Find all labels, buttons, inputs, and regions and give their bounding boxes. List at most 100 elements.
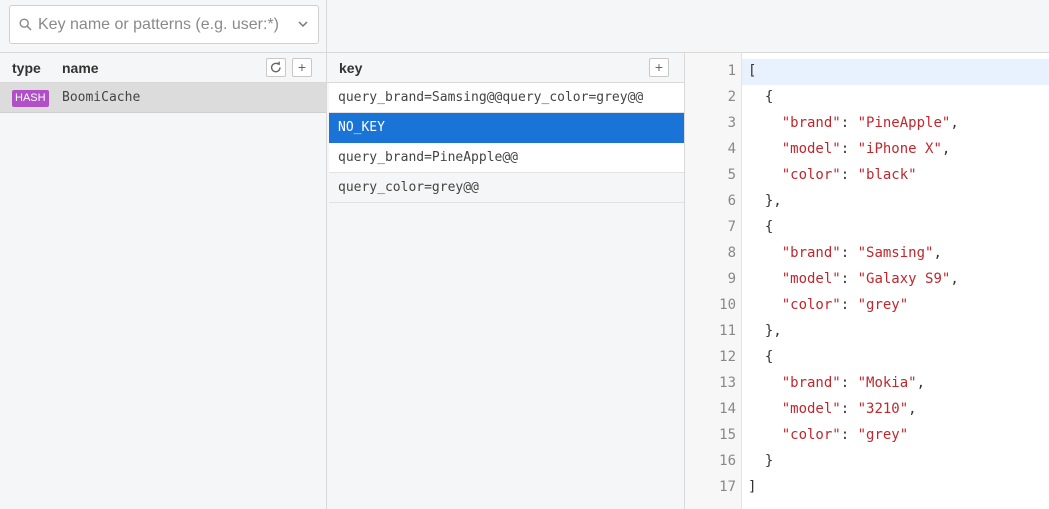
json-key: "color" (781, 427, 841, 443)
search-box[interactable] (9, 5, 319, 44)
json-punctuation: : (840, 427, 858, 443)
json-value: "black" (857, 167, 917, 183)
code-line: "brand": "Samsing", (748, 240, 942, 266)
line-number: 15 (719, 427, 736, 443)
json-punctuation: , (950, 271, 959, 287)
keys-panel: type name + HASH BoomiCache (0, 53, 327, 509)
chevron-down-icon[interactable] (296, 17, 310, 31)
code-line: }, (748, 318, 782, 344)
json-punctuation (748, 245, 782, 261)
line-number: 2 (727, 89, 736, 105)
search-bar-area (0, 0, 327, 53)
json-value: "Galaxy S9" (857, 271, 951, 287)
code-line: "model": "Galaxy S9", (748, 266, 959, 292)
value-editor[interactable]: 1 2 3 4 5 6 7 8 9 10 11 12 13 14 15 16 17 [ { "brand": "… (685, 53, 1049, 509)
line-number: 8 (727, 245, 736, 261)
line-number: 3 (727, 115, 736, 131)
json-punctuation: , (933, 245, 942, 261)
code-line: ] (748, 474, 756, 500)
json-punctuation: : (840, 271, 858, 287)
code-line: { (748, 214, 773, 240)
json-value: "grey" (857, 427, 909, 443)
json-punctuation: } (748, 453, 774, 469)
hash-field-row[interactable]: query_color=grey@@ (329, 173, 684, 203)
line-number: 16 (719, 453, 736, 469)
json-punctuation: : (840, 401, 858, 417)
line-number: 5 (727, 167, 736, 183)
add-key-button[interactable]: + (292, 58, 312, 77)
json-key: "color" (781, 297, 841, 313)
refresh-button[interactable] (266, 58, 286, 77)
code-line: "model": "3210", (748, 396, 917, 422)
line-number: 12 (719, 349, 736, 365)
code-line: { (748, 344, 773, 370)
type-badge-hash: HASH (12, 90, 49, 107)
json-punctuation (748, 401, 782, 417)
json-punctuation: }, (748, 193, 782, 209)
json-punctuation: [ (748, 63, 757, 79)
code-line: } (748, 448, 773, 474)
code-line: "model": "iPhone X", (748, 136, 951, 162)
json-punctuation: }, (748, 323, 782, 339)
refresh-icon (270, 61, 281, 73)
code-line: "color": "grey" (748, 422, 908, 448)
json-value: "iPhone X" (857, 141, 942, 157)
line-number: 4 (727, 141, 736, 157)
json-key: "brand" (781, 375, 841, 391)
column-header-type[interactable]: type (12, 60, 41, 76)
hash-field-row[interactable]: query_brand=PineApple@@ (329, 143, 684, 173)
hash-field-row-selected[interactable]: NO_KEY (329, 113, 684, 143)
json-punctuation (748, 115, 782, 131)
json-punctuation: : (840, 375, 858, 391)
key-list-row[interactable]: HASH BoomiCache (0, 83, 326, 113)
json-punctuation: : (840, 115, 858, 131)
json-punctuation (748, 375, 782, 391)
column-header-key[interactable]: key (339, 60, 362, 76)
json-punctuation (748, 271, 782, 287)
hash-fields-panel: key + query_brand=Samsing@@query_color=g… (327, 53, 685, 509)
json-value: "Mokia" (857, 375, 917, 391)
json-punctuation (748, 297, 782, 313)
line-number: 17 (719, 479, 736, 495)
json-punctuation: ] (748, 479, 757, 495)
json-punctuation: : (840, 297, 858, 313)
json-punctuation: { (748, 349, 774, 365)
json-punctuation: { (748, 89, 774, 105)
json-punctuation: : (840, 167, 858, 183)
json-value: "grey" (857, 297, 909, 313)
line-number: 1 (727, 63, 736, 79)
json-punctuation: { (748, 219, 774, 235)
column-header-name[interactable]: name (62, 60, 99, 76)
key-name: BoomiCache (62, 90, 141, 105)
hash-fields-header: key + (327, 53, 684, 83)
search-input[interactable] (38, 14, 288, 36)
active-line-highlight (742, 59, 1049, 85)
keys-panel-header: type name + (0, 53, 326, 83)
line-number: 9 (727, 271, 736, 287)
hash-field-row[interactable]: query_brand=Samsing@@query_color=grey@@ (329, 83, 684, 113)
json-punctuation: , (941, 141, 951, 157)
code-line: "brand": "PineApple", (748, 110, 959, 136)
add-field-button[interactable]: + (649, 58, 669, 77)
json-value: "3210" (857, 401, 909, 417)
code-line: "color": "grey" (748, 292, 908, 318)
code-line: [ (748, 58, 756, 84)
json-key: "model" (781, 401, 841, 417)
json-key: "color" (781, 167, 841, 183)
json-punctuation (748, 427, 782, 443)
line-number: 7 (727, 219, 736, 235)
top-toolbar (327, 0, 1049, 53)
json-key: "model" (781, 141, 841, 157)
line-number: 10 (719, 297, 736, 313)
json-punctuation: , (916, 375, 926, 391)
json-punctuation (748, 167, 782, 183)
json-punctuation (748, 141, 782, 157)
search-icon (19, 18, 32, 31)
json-punctuation: : (840, 245, 858, 261)
json-value: "Samsing" (857, 245, 934, 261)
json-punctuation: : (840, 141, 858, 157)
json-key: "brand" (781, 115, 841, 131)
line-number: 13 (719, 375, 736, 391)
json-value: "PineApple" (857, 115, 951, 131)
json-punctuation: , (908, 401, 917, 417)
